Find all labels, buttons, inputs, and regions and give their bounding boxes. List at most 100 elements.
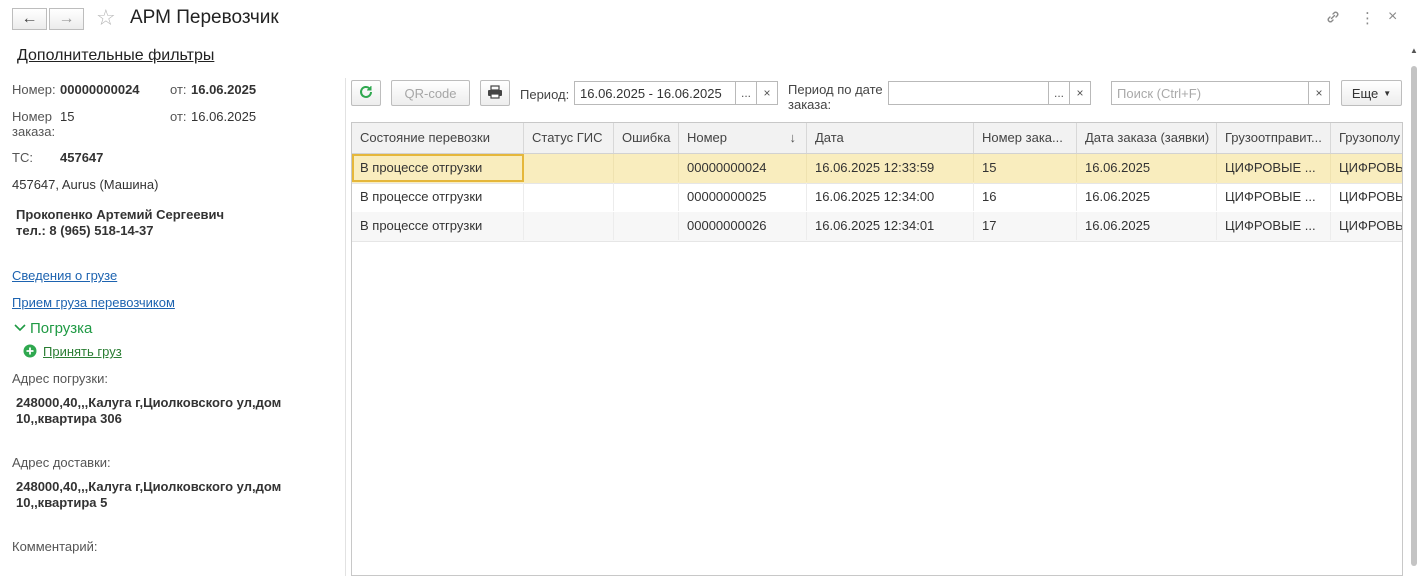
column-header-number-label: Номер [687, 130, 728, 145]
vehicle-description: 457647, Aurus (Машина) [12, 177, 159, 192]
cell-order-date[interactable]: 16.06.2025 [1077, 183, 1217, 211]
more-vertical-icon[interactable]: ⋮ [1360, 9, 1375, 27]
order-period-label-line2: заказа: [788, 97, 832, 112]
cell-consignee[interactable]: ЦИФРОВЫ [1331, 212, 1402, 240]
column-header-shipper[interactable]: Грузоотправит... [1217, 123, 1331, 153]
arrow-left-icon: ← [21, 10, 38, 27]
star-icon[interactable]: ☆ [96, 5, 116, 31]
period-select-button[interactable]: ... [735, 81, 757, 105]
cell-order-number[interactable]: 15 [974, 154, 1077, 182]
column-header-gis-status[interactable]: Статус ГИС [524, 123, 614, 153]
cell-state[interactable]: В процессе отгрузки [352, 154, 524, 182]
vehicle-label: ТС: [12, 150, 33, 165]
search-clear-button[interactable]: × [1308, 81, 1330, 105]
cell-gis-status[interactable] [524, 212, 614, 240]
additional-filters-link[interactable]: Дополнительные фильтры [17, 47, 214, 65]
plus-circle-icon [23, 344, 37, 361]
column-header-number[interactable]: Номер ↓ [679, 123, 807, 153]
comment-label: Комментарий: [12, 539, 98, 554]
period-clear-button[interactable]: × [756, 81, 778, 105]
cell-date[interactable]: 16.06.2025 12:34:00 [807, 183, 974, 211]
cell-shipper[interactable]: ЦИФРОВЫЕ ... [1217, 212, 1331, 240]
cell-gis-status[interactable] [524, 183, 614, 211]
table-row[interactable]: В процессе отгрузки 00000000026 16.06.20… [352, 212, 1402, 242]
forward-button[interactable]: → [49, 8, 84, 30]
cell-order-number[interactable]: 17 [974, 212, 1077, 240]
panel-divider [345, 78, 346, 576]
period-label: Период: [520, 87, 570, 102]
order-period-label-line1: Период по дате [788, 82, 883, 97]
cell-consignee[interactable]: ЦИФРОВЫ [1331, 183, 1402, 211]
driver-phone: тел.: 8 (965) 518-14-37 [16, 223, 154, 238]
driver-name: Прокопенко Артемий Сергеевич [16, 207, 225, 222]
search-placeholder: Поиск (Ctrl+F) [1117, 85, 1202, 101]
delivery-address-line1: 248000,40,,,Калуга г,Циолковского ул,дом [16, 479, 282, 494]
loading-section-title: Погрузка [30, 320, 93, 337]
cell-error[interactable] [614, 183, 679, 211]
qr-code-button[interactable]: QR-code [391, 80, 470, 106]
table-row[interactable]: В процессе отгрузки 00000000024 16.06.20… [352, 154, 1402, 184]
cargo-info-link[interactable]: Сведения о грузе [12, 268, 117, 283]
cell-error[interactable] [614, 212, 679, 240]
vehicle-value: 457647 [60, 150, 104, 165]
transport-table[interactable]: Состояние перевозки Статус ГИС Ошибка Но… [351, 122, 1403, 576]
cell-number[interactable]: 00000000024 [679, 154, 807, 182]
column-header-order-number[interactable]: Номер зака... [974, 123, 1077, 153]
cell-order-date[interactable]: 16.06.2025 [1077, 212, 1217, 240]
period-field[interactable]: 16.06.2025 - 16.06.2025 [574, 81, 736, 105]
back-button[interactable]: ← [12, 8, 47, 30]
printer-icon [487, 84, 503, 102]
print-button[interactable] [480, 80, 510, 106]
cell-order-date[interactable]: 16.06.2025 [1077, 154, 1217, 182]
column-header-error[interactable]: Ошибка [614, 123, 679, 153]
link-icon[interactable] [1325, 9, 1341, 29]
accept-cargo-link[interactable]: Принять груз [43, 344, 122, 359]
cell-date[interactable]: 16.06.2025 12:34:01 [807, 212, 974, 240]
cell-error[interactable] [614, 154, 679, 182]
cell-consignee[interactable]: ЦИФРОВЫ [1331, 154, 1402, 182]
column-header-state[interactable]: Состояние перевозки [352, 123, 524, 153]
order-label-line2: заказа: [12, 124, 56, 139]
cell-number[interactable]: 00000000025 [679, 183, 807, 211]
cell-state[interactable]: В процессе отгрузки [352, 183, 524, 211]
cell-shipper[interactable]: ЦИФРОВЫЕ ... [1217, 183, 1331, 211]
arrow-right-icon: → [58, 10, 75, 27]
search-input[interactable]: Поиск (Ctrl+F) [1111, 81, 1309, 105]
order-period-field[interactable] [888, 81, 1049, 105]
vertical-scrollbar[interactable]: ▲ [1410, 46, 1418, 576]
order-date-label: от: [170, 109, 187, 124]
more-button-label: Еще [1351, 85, 1379, 101]
number-date-value: 16.06.2025 [191, 82, 257, 97]
scrollbar-thumb[interactable] [1411, 66, 1417, 566]
refresh-button[interactable] [351, 80, 381, 106]
loading-address-label: Адрес погрузки: [12, 371, 108, 386]
scroll-up-icon[interactable]: ▲ [1410, 46, 1418, 55]
loading-section-header[interactable]: Погрузка [14, 320, 92, 337]
caret-down-icon: ▼ [1383, 88, 1392, 98]
column-header-order-date[interactable]: Дата заказа (заявки) [1077, 123, 1217, 153]
column-header-date[interactable]: Дата [807, 123, 974, 153]
table-row[interactable]: В процессе отгрузки 00000000025 16.06.20… [352, 183, 1402, 213]
delivery-address-line2: 10,,квартира 5 [16, 495, 108, 510]
close-icon[interactable]: × [1388, 8, 1397, 26]
cell-order-number[interactable]: 16 [974, 183, 1077, 211]
column-header-consignee[interactable]: Грузополу [1331, 123, 1402, 153]
cell-state[interactable]: В процессе отгрузки [352, 212, 524, 240]
loading-address-line2: 10,,квартира 306 [16, 411, 122, 426]
number-date-label: от: [170, 82, 187, 97]
table-header: Состояние перевозки Статус ГИС Ошибка Но… [352, 123, 1402, 154]
chevron-down-icon [14, 320, 26, 337]
order-period-select-button[interactable]: ... [1048, 81, 1070, 105]
order-period-clear-button[interactable]: × [1069, 81, 1091, 105]
loading-address-line1: 248000,40,,,Калуга г,Циолковского ул,дом [16, 395, 282, 410]
order-date-value: 16.06.2025 [191, 109, 257, 124]
sort-down-icon: ↓ [789, 130, 797, 145]
cell-shipper[interactable]: ЦИФРОВЫЕ ... [1217, 154, 1331, 182]
cell-gis-status[interactable] [524, 154, 614, 182]
refresh-icon [358, 84, 374, 103]
cargo-accept-link[interactable]: Прием груза перевозчиком [12, 295, 175, 310]
more-button[interactable]: Еще ▼ [1341, 80, 1402, 106]
order-value: 15 [60, 109, 75, 124]
cell-number[interactable]: 00000000026 [679, 212, 807, 240]
cell-date[interactable]: 16.06.2025 12:33:59 [807, 154, 974, 182]
